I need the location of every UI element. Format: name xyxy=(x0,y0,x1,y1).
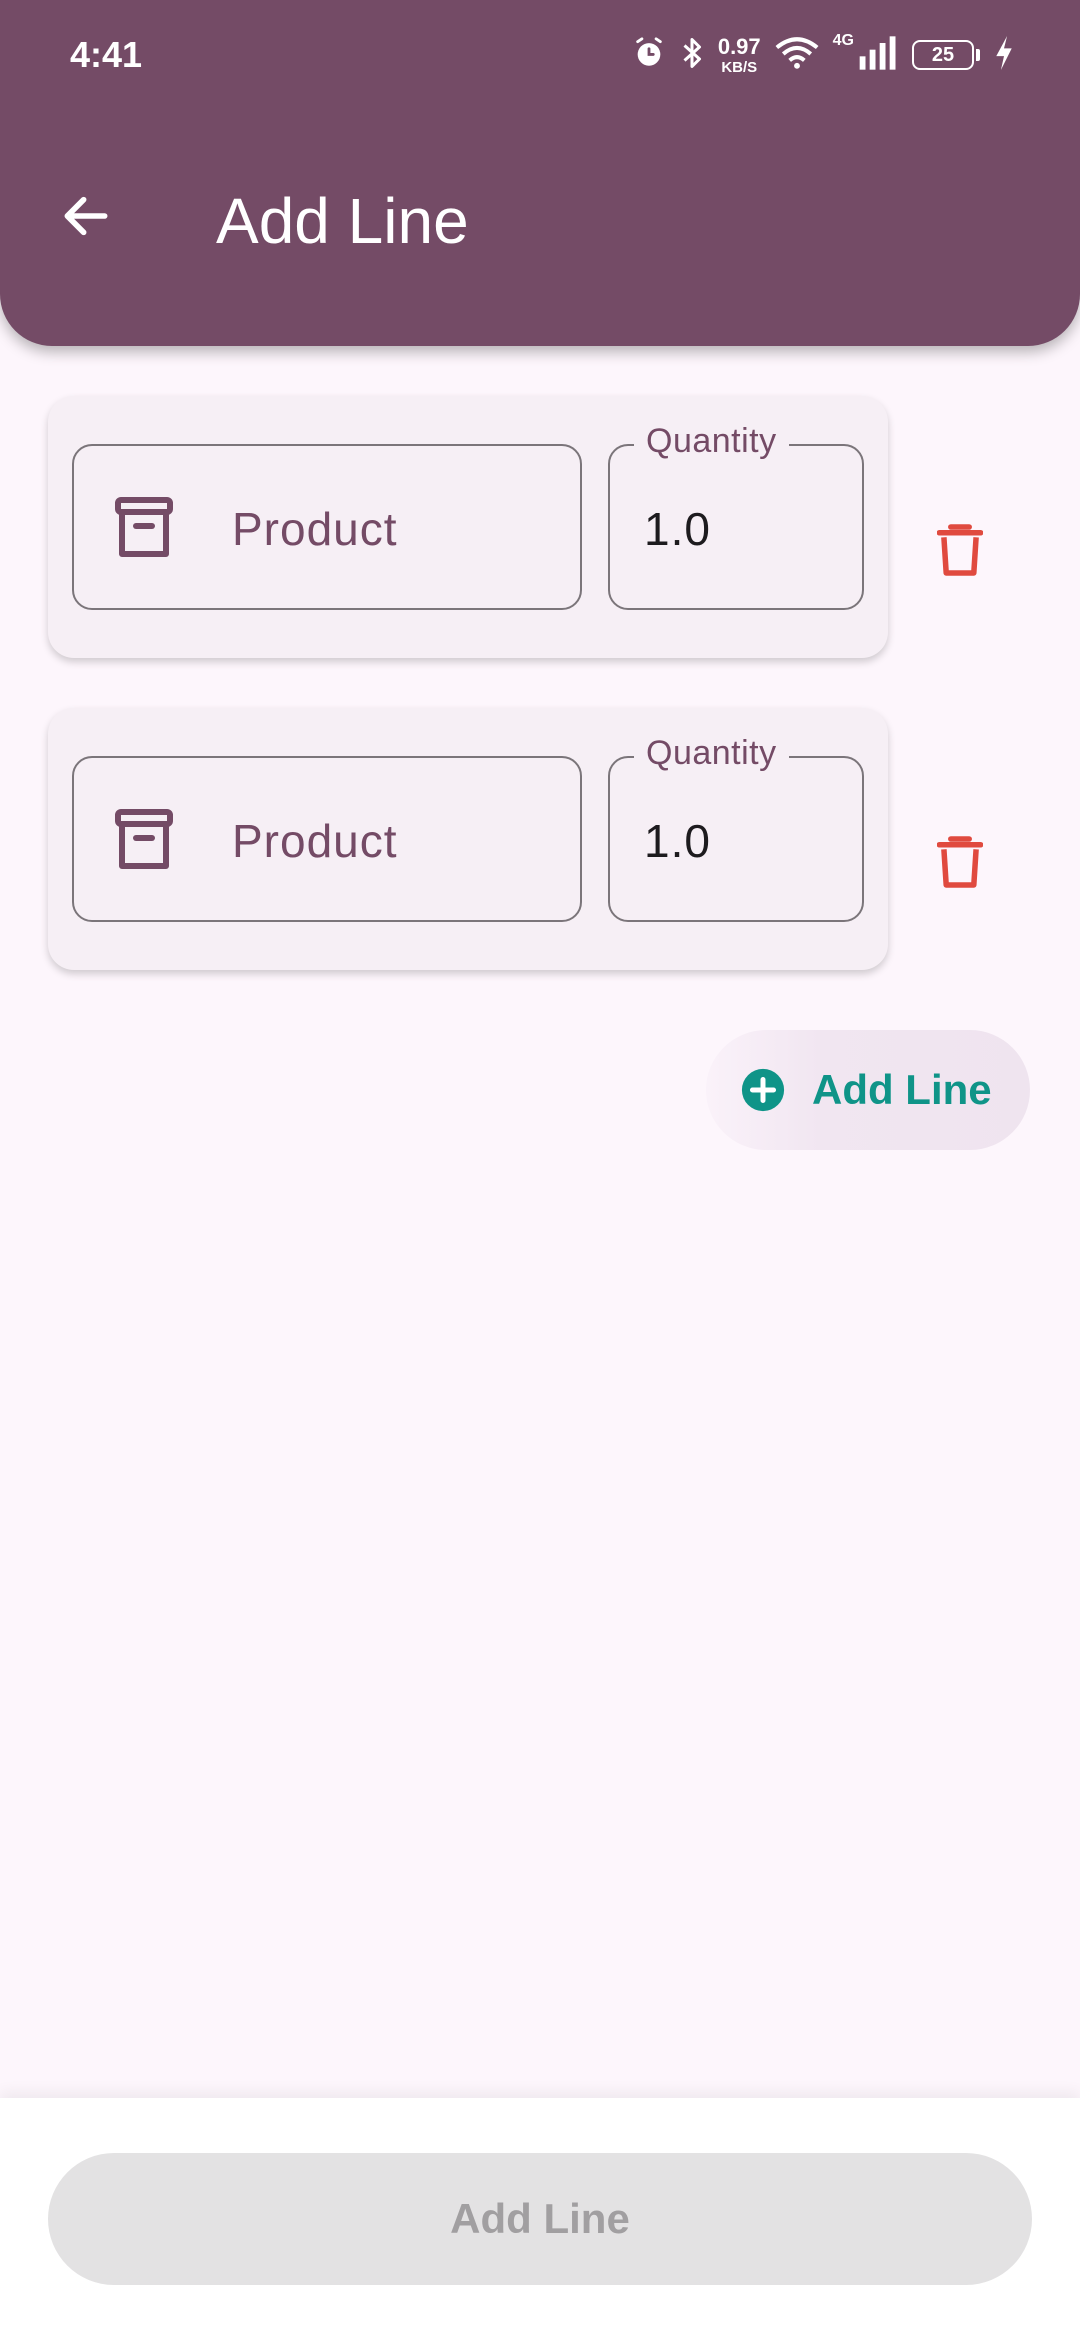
add-line-button[interactable]: Add Line xyxy=(706,1030,1030,1150)
status-icons: 0.97 KB/S 4G 25 xyxy=(632,30,1014,80)
delete-line-button[interactable] xyxy=(920,510,1000,590)
line-card: Product Quantity 1.0 xyxy=(48,708,888,970)
wifi-icon xyxy=(775,36,819,75)
network-speed: 0.97 KB/S xyxy=(717,33,761,76)
battery-indicator: 25 xyxy=(912,40,980,70)
status-time: 4:41 xyxy=(70,34,143,75)
network-speed-value: 0.97 xyxy=(717,33,761,59)
quantity-value: 1.0 xyxy=(644,503,711,555)
battery-level: 25 xyxy=(912,40,974,70)
signal-icon xyxy=(858,35,898,75)
quantity-label: Quantity xyxy=(634,734,789,773)
plus-circle-icon xyxy=(741,1068,785,1112)
charging-icon xyxy=(994,35,1014,75)
line-card: Product Quantity 1.0 xyxy=(48,396,888,658)
quantity-input[interactable]: Quantity 1.0 xyxy=(608,422,864,610)
network-type: 4G xyxy=(832,32,854,49)
product-selector[interactable]: Product xyxy=(72,444,582,610)
quantity-label: Quantity xyxy=(634,422,789,461)
product-selector[interactable]: Product xyxy=(72,756,582,922)
archive-box-icon xyxy=(115,497,173,557)
product-label: Product xyxy=(232,503,398,555)
quantity-input[interactable]: Quantity 1.0 xyxy=(608,734,864,922)
trash-icon xyxy=(937,524,983,576)
app-bar: 4:41 0.97 KB/S 4G 25 Add Line xyxy=(0,0,1080,346)
network-speed-unit: KB/S xyxy=(721,58,758,76)
trash-icon xyxy=(937,836,983,888)
back-button[interactable] xyxy=(50,180,122,252)
archive-box-icon xyxy=(115,809,173,869)
submit-add-line-button[interactable]: Add Line xyxy=(48,2153,1032,2285)
battery-tip xyxy=(976,49,980,61)
quantity-value: 1.0 xyxy=(644,815,711,867)
add-line-label: Add Line xyxy=(812,1066,992,1113)
bluetooth-icon xyxy=(680,35,704,76)
bottom-bar: Add Line xyxy=(0,2098,1080,2340)
delete-line-button[interactable] xyxy=(920,822,1000,902)
alarm-icon xyxy=(632,36,666,75)
page-title: Add Line xyxy=(216,185,469,257)
product-label: Product xyxy=(232,815,398,867)
arrow-left-icon xyxy=(64,196,108,236)
